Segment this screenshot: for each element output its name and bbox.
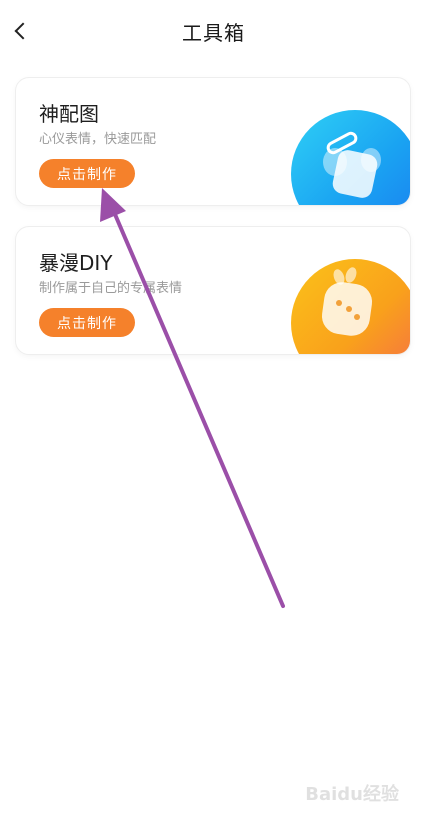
tool-card-shenpeitu[interactable]: 神配图 心仪表情，快速匹配 点击制作 [15, 77, 411, 206]
sticker-icon [291, 110, 410, 205]
make-button[interactable]: 点击制作 [39, 308, 135, 337]
emoji-face-icon [291, 259, 410, 354]
tool-card-baoman-diy[interactable]: 暴漫DIY 制作属于自己的专属表情 点击制作 [15, 226, 411, 355]
page-title: 工具箱 [182, 21, 245, 45]
watermark-logo: Baidu经验 [305, 784, 399, 805]
app-header: 工具箱 [0, 0, 427, 62]
make-button[interactable]: 点击制作 [39, 159, 135, 188]
card-subtitle: 心仪表情，快速匹配 [39, 132, 157, 147]
card-title: 暴漫DIY [39, 251, 113, 275]
card-title: 神配图 [39, 102, 99, 126]
card-subtitle: 制作属于自己的专属表情 [39, 281, 183, 296]
